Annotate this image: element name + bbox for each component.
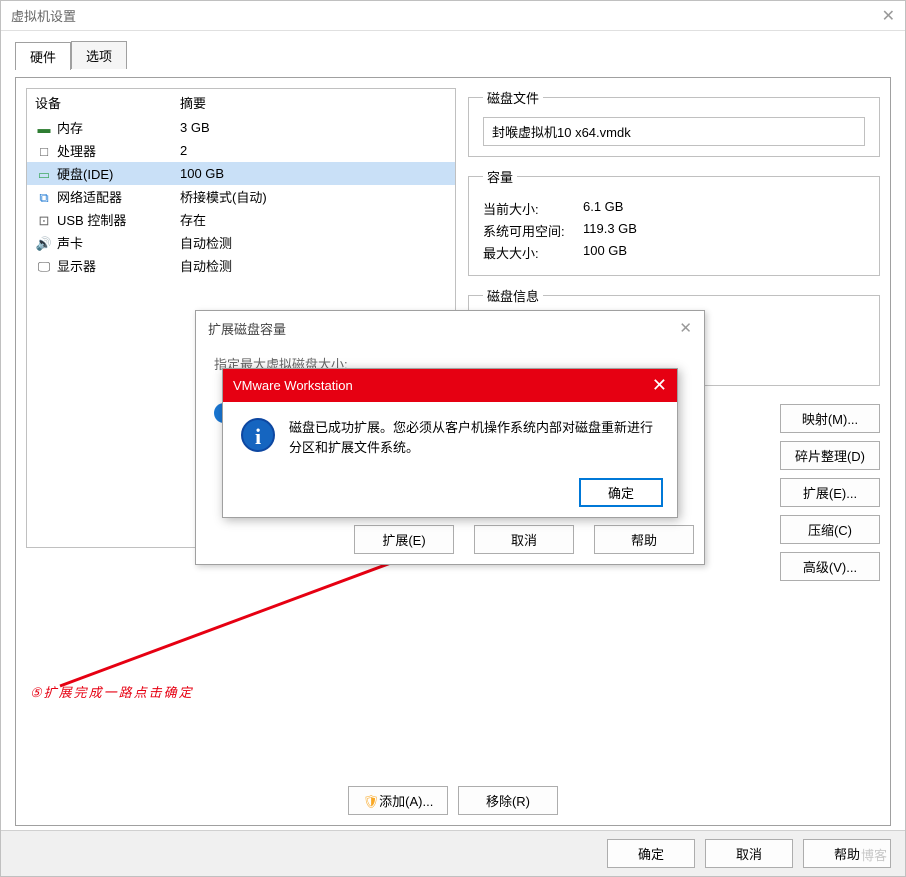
cancel-button[interactable]: 取消 [705, 839, 793, 868]
expand-titlebar: 扩展磁盘容量 ✕ [196, 311, 704, 346]
device-icon: ▬ [35, 121, 53, 136]
defrag-button[interactable]: 碎片整理(D) [780, 441, 880, 470]
device-name: 网络适配器 [57, 190, 122, 205]
watermark: 博客 [861, 845, 887, 864]
expand-title-text: 扩展磁盘容量 [208, 319, 286, 338]
compress-button[interactable]: 压缩(C) [780, 515, 880, 544]
annotation-label: 扩展完成一路点击确定 [44, 685, 194, 700]
capacity-group: 容量 当前大小:6.1 GB 系统可用空间:119.3 GB 最大大小:100 … [468, 167, 880, 276]
add-device-button[interactable]: 🛡添加(A)... [348, 786, 448, 815]
cap-free-value: 119.3 GB [583, 221, 637, 240]
tab-options[interactable]: 选项 [71, 41, 127, 69]
col-device: 设备 [35, 93, 180, 112]
ok-button[interactable]: 确定 [607, 839, 695, 868]
device-row[interactable]: ▬ 内存 3 GB [27, 116, 455, 139]
capacity-legend: 容量 [483, 167, 517, 186]
msgbox-body: i 磁盘已成功扩展。您必须从客户机操作系统内部对磁盘重新进行分区和扩展文件系统。 [223, 402, 677, 473]
device-name: USB 控制器 [57, 213, 126, 228]
msgbox-title-text: VMware Workstation [233, 378, 353, 393]
msgbox-ok-button[interactable]: 确定 [579, 478, 663, 507]
info-icon: i [241, 418, 275, 452]
device-summary: 自动检测 [180, 256, 232, 275]
disk-file-legend: 磁盘文件 [483, 88, 543, 107]
device-name: 处理器 [57, 144, 96, 159]
cap-max-value: 100 GB [583, 243, 627, 262]
disk-file-value: 封喉虚拟机10 x64.vmdk [483, 117, 865, 146]
msgbox-footer: 确定 [579, 478, 663, 507]
add-label: 添加(A)... [379, 794, 433, 809]
expand-help-button[interactable]: 帮助 [594, 525, 694, 554]
device-icon: □ [35, 144, 53, 159]
remove-device-button[interactable]: 移除(R) [458, 786, 558, 815]
device-icon: ▭ [35, 167, 53, 183]
device-name: 声卡 [57, 236, 83, 251]
device-icon: ⊡ [35, 213, 53, 229]
close-icon[interactable]: ✕ [882, 6, 895, 26]
cap-current-label: 当前大小: [483, 199, 583, 218]
device-name: 内存 [57, 121, 83, 136]
device-row[interactable]: 🔊 声卡 自动检测 [27, 231, 455, 254]
device-buttons: 🛡添加(A)... 移除(R) [16, 786, 890, 815]
cap-max-label: 最大大小: [483, 243, 583, 262]
device-row[interactable]: ▭ 硬盘(IDE) 100 GB [27, 162, 455, 185]
device-summary: 100 GB [180, 166, 224, 181]
device-row[interactable]: 🖵 显示器 自动检测 [27, 254, 455, 277]
device-summary: 2 [180, 143, 187, 158]
close-icon[interactable]: ✕ [679, 319, 692, 338]
titlebar: 虚拟机设置 ✕ [1, 1, 905, 31]
msgbox-titlebar: VMware Workstation ✕ [223, 369, 677, 402]
expand-button[interactable]: 扩展(E)... [780, 478, 880, 507]
window-title: 虚拟机设置 [11, 6, 76, 25]
device-name: 显示器 [57, 259, 96, 274]
disk-info-legend: 磁盘信息 [483, 286, 543, 305]
device-summary: 桥接模式(自动) [180, 187, 267, 206]
close-icon[interactable]: ✕ [652, 375, 667, 396]
device-icon: 🖵 [35, 259, 53, 275]
dialog-footer: 确定 取消 帮助 [1, 830, 905, 876]
device-icon: 🔊 [35, 236, 53, 252]
tab-hardware[interactable]: 硬件 [15, 42, 71, 70]
annotation-number: ⑤ [30, 685, 44, 701]
info-messagebox: VMware Workstation ✕ i 磁盘已成功扩展。您必须从客户机操作… [222, 368, 678, 518]
device-summary: 3 GB [180, 120, 210, 135]
expand-do-button[interactable]: 扩展(E) [354, 525, 454, 554]
annotation-text: ⑤扩展完成一路点击确定 [30, 660, 194, 708]
expand-cancel-button[interactable]: 取消 [474, 525, 574, 554]
expand-buttons: 扩展(E) 取消 帮助 [354, 525, 694, 554]
device-name: 硬盘(IDE) [57, 167, 113, 182]
cap-current-value: 6.1 GB [583, 199, 623, 218]
map-button[interactable]: 映射(M)... [780, 404, 880, 433]
device-summary: 存在 [180, 210, 206, 229]
advanced-button[interactable]: 高级(V)... [780, 552, 880, 581]
device-row[interactable]: ⧉ 网络适配器 桥接模式(自动) [27, 185, 455, 208]
device-summary: 自动检测 [180, 233, 232, 252]
cap-free-label: 系统可用空间: [483, 221, 583, 240]
device-header: 设备 摘要 [27, 89, 455, 116]
col-summary: 摘要 [180, 93, 206, 112]
device-row[interactable]: ⊡ USB 控制器 存在 [27, 208, 455, 231]
disk-file-group: 磁盘文件 封喉虚拟机10 x64.vmdk [468, 88, 880, 157]
msgbox-text: 磁盘已成功扩展。您必须从客户机操作系统内部对磁盘重新进行分区和扩展文件系统。 [289, 418, 659, 457]
tab-strip: 硬件 选项 [15, 41, 891, 69]
device-row[interactable]: □ 处理器 2 [27, 139, 455, 162]
device-icon: ⧉ [35, 190, 53, 206]
shield-icon: 🛡 [363, 794, 380, 809]
